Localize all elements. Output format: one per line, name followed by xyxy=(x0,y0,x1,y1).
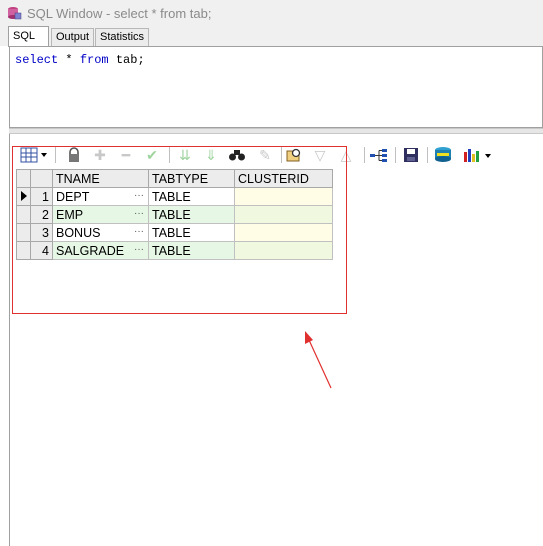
annotation-arrow-icon xyxy=(305,331,332,389)
